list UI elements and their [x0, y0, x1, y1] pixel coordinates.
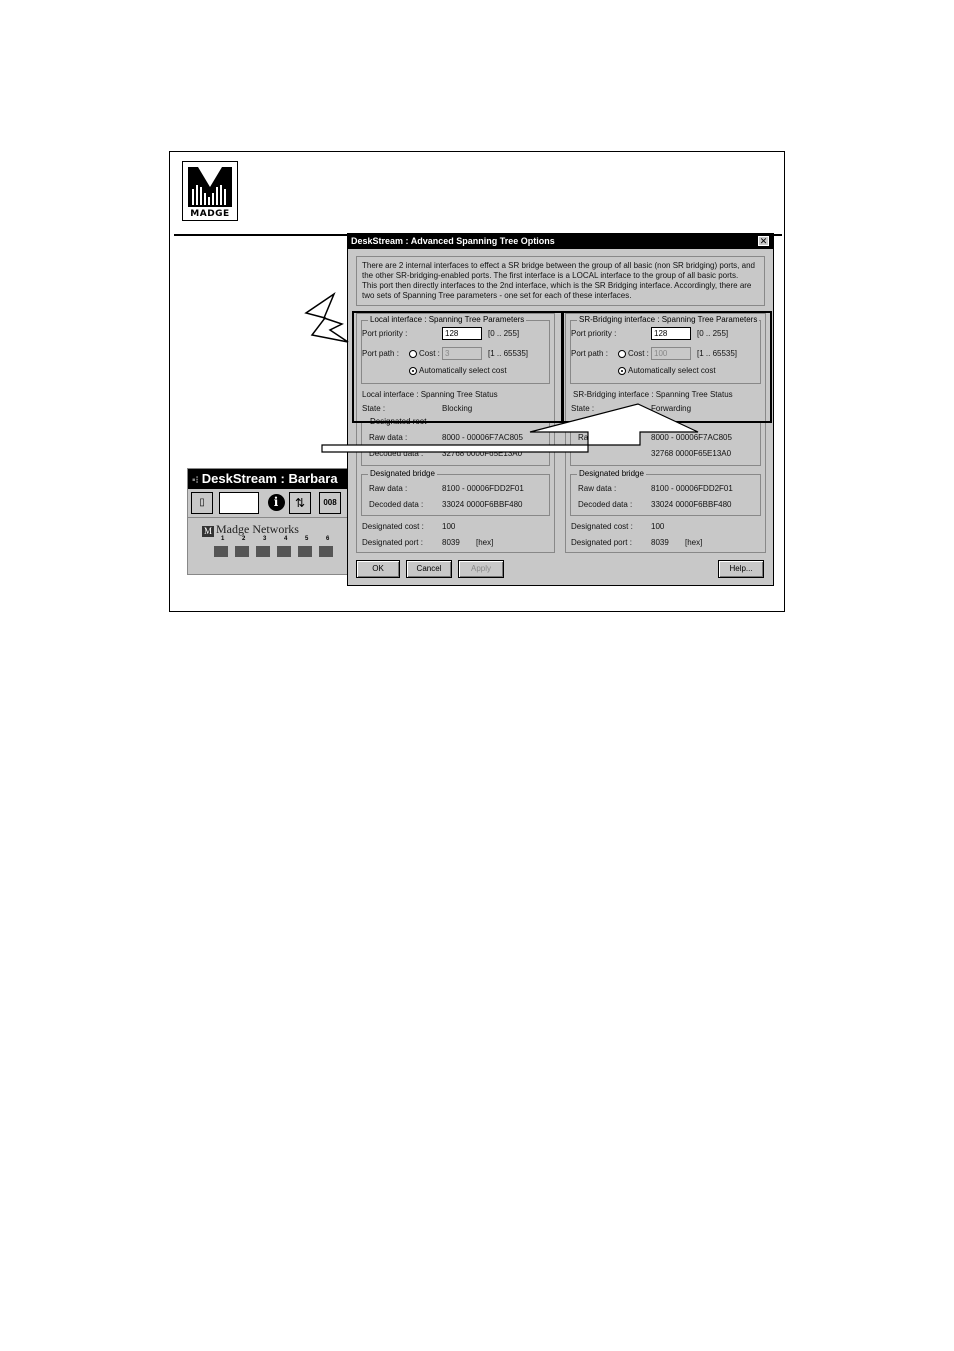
lightning-bolt-icon [304, 291, 349, 343]
callout-arrow-icon [321, 403, 699, 453]
callout-annotations [304, 291, 699, 453]
